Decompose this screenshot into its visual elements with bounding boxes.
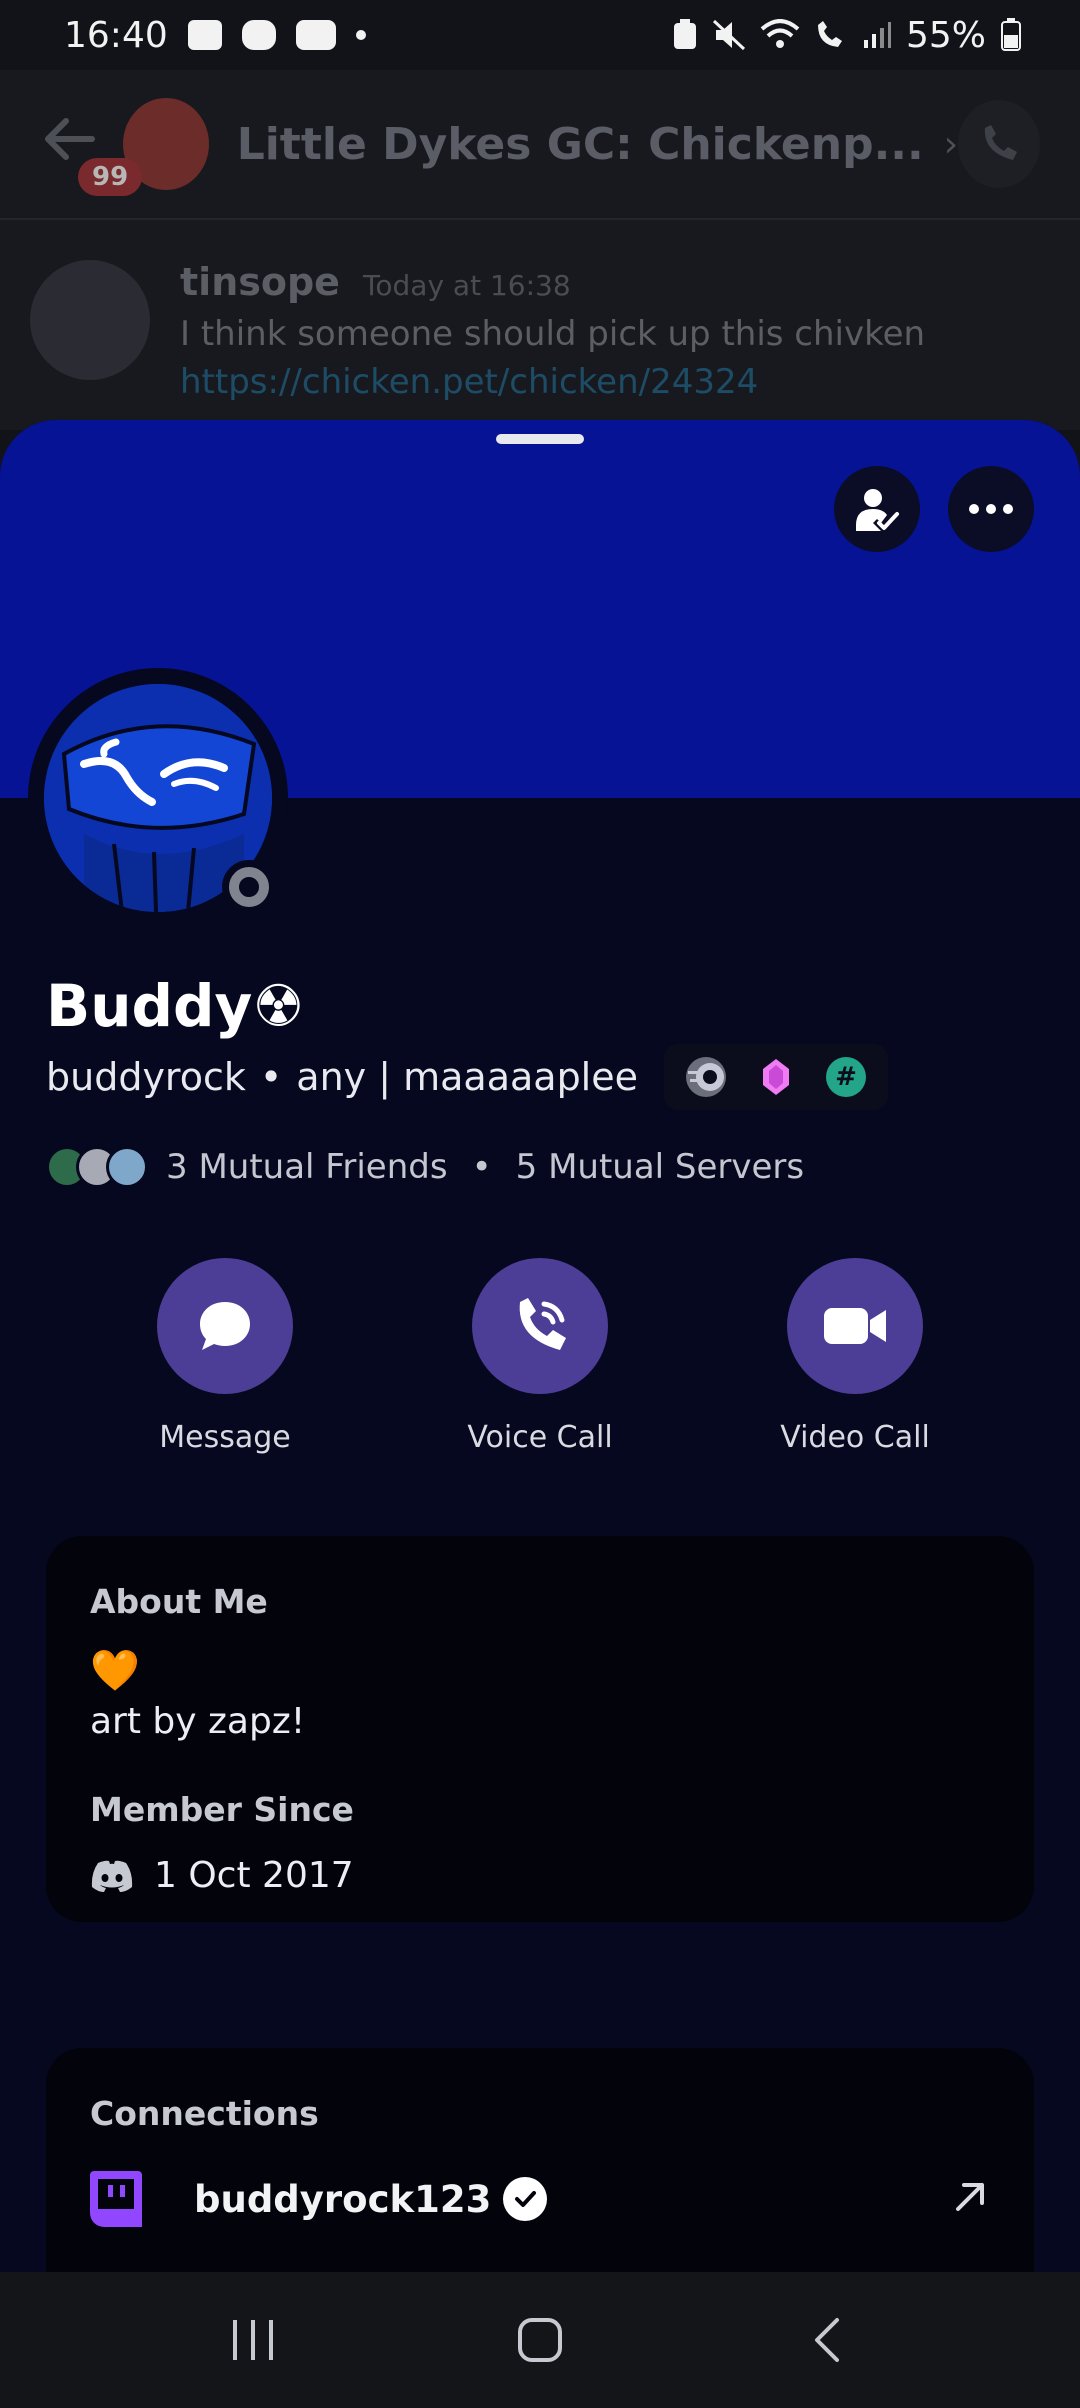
message-timestamp: Today at 16:38	[363, 269, 571, 302]
about-me-title: About Me	[90, 1582, 268, 1621]
message-link[interactable]: https://chicken.pet/chicken/24324	[180, 362, 925, 402]
video-camera-icon	[824, 1308, 886, 1344]
mutual-avatar	[106, 1146, 148, 1188]
discord-notification-icon	[241, 20, 276, 50]
recent-apps-button[interactable]	[203, 2300, 303, 2380]
phone-icon	[519, 1298, 566, 1350]
phone-icon	[984, 125, 1018, 160]
verified-check-icon	[503, 2177, 548, 2221]
message-text: I think someone should pick up this chiv…	[180, 314, 926, 354]
member-since-date: 1 Oct 2017	[154, 1855, 354, 1896]
about-card: About Me 🧡 art by zapz! Member Since 1 O…	[46, 1536, 1034, 1922]
connection-name[interactable]: buddyrock123	[194, 2178, 491, 2221]
twitch-icon	[90, 2171, 142, 2227]
connections-title: Connections	[90, 2094, 319, 2133]
external-link-icon[interactable]	[950, 2177, 990, 2221]
gallery-notification-icon	[187, 20, 222, 50]
voice-call-button-circle[interactable]	[472, 1258, 608, 1394]
more-notifications-icon	[355, 30, 366, 40]
connections-card: Connections buddyrock123	[46, 2048, 1034, 2280]
message-author[interactable]: tinsope	[180, 260, 340, 304]
battery-icon	[1001, 18, 1021, 51]
mute-icon	[712, 19, 746, 51]
connection-item-twitch[interactable]: buddyrock123	[90, 2171, 990, 2227]
chat-message: tinsope Today at 16:38 I think someone s…	[30, 260, 1050, 402]
message-label: Message	[159, 1420, 291, 1455]
sheet-drag-handle[interactable]	[496, 434, 584, 444]
wifi-calling-icon	[817, 21, 842, 47]
profile-badges: #	[664, 1044, 888, 1110]
more-horizontal-icon	[969, 504, 1013, 514]
wifi-icon	[760, 19, 800, 48]
mutual-friends[interactable]: 3 Mutual Friends	[166, 1147, 448, 1187]
boost-gem-badge-icon[interactable]	[756, 1057, 796, 1097]
orange-heart-emoji: 🧡	[90, 1648, 140, 1694]
chevron-right-icon: ›	[943, 123, 959, 165]
username: buddyrock	[46, 1055, 246, 1099]
voice-call-label: Voice Call	[467, 1420, 613, 1455]
video-call-label: Video Call	[780, 1420, 930, 1455]
call-button[interactable]	[958, 100, 1040, 188]
battery-saver-icon	[673, 19, 696, 49]
home-button[interactable]	[490, 2300, 590, 2380]
video-call-button-circle[interactable]	[787, 1258, 923, 1394]
chat-title[interactable]: Little Dykes GC: Chickenp...	[237, 119, 924, 170]
username-separator: •	[259, 1055, 283, 1099]
nitro-badge-icon[interactable]	[686, 1057, 726, 1097]
home-icon	[517, 2318, 562, 2362]
back-nav-button[interactable]	[777, 2300, 877, 2380]
profile-sheet: Buddy☢ buddyrock • any | maaaaaplee # 3 …	[0, 420, 1080, 2280]
discord-logo-icon	[91, 1860, 133, 1892]
display-name: Buddy☢	[46, 972, 305, 1040]
unread-count-badge: 99	[78, 158, 143, 196]
offline-status-indicator	[222, 860, 276, 914]
recent-apps-icon	[233, 2320, 274, 2360]
pronouns: any | maaaaaplee	[296, 1055, 638, 1099]
status-bar: 16:40 55%	[0, 0, 1080, 70]
message-button-circle[interactable]	[157, 1258, 293, 1394]
video-call-button[interactable]: Video Call	[735, 1258, 975, 1455]
mutuals-row[interactable]: 3 Mutual Friends • 5 Mutual Servers	[46, 1146, 804, 1188]
member-since-title: Member Since	[90, 1790, 354, 1829]
user-check-icon	[856, 489, 899, 531]
username-row: buddyrock • any | maaaaaplee #	[46, 1044, 888, 1110]
voice-call-button[interactable]: Voice Call	[420, 1258, 660, 1455]
chat-bubble-icon	[200, 1302, 250, 1350]
mutual-friend-avatars	[46, 1146, 148, 1188]
battery-percent: 55%	[905, 14, 986, 56]
more-options-button[interactable]	[948, 466, 1034, 552]
friend-status-button[interactable]	[834, 466, 920, 552]
message-author-avatar[interactable]	[30, 260, 150, 380]
about-me-text: art by zapz!	[90, 1701, 306, 1742]
system-navigation-bar	[0, 2272, 1080, 2408]
signal-icon	[863, 22, 891, 48]
chat-header: 99 Little Dykes GC: Chickenp... ›	[0, 70, 1080, 220]
mutual-servers[interactable]: 5 Mutual Servers	[516, 1147, 805, 1187]
chevron-left-icon	[814, 2318, 839, 2362]
message-button[interactable]: Message	[105, 1258, 345, 1455]
hashtag-badge-icon[interactable]: #	[826, 1057, 866, 1097]
member-since-row: 1 Oct 2017	[90, 1855, 990, 1896]
clock: 16:40	[64, 14, 168, 56]
youtube-notification-icon	[295, 20, 336, 50]
mutual-separator: •	[471, 1147, 492, 1187]
